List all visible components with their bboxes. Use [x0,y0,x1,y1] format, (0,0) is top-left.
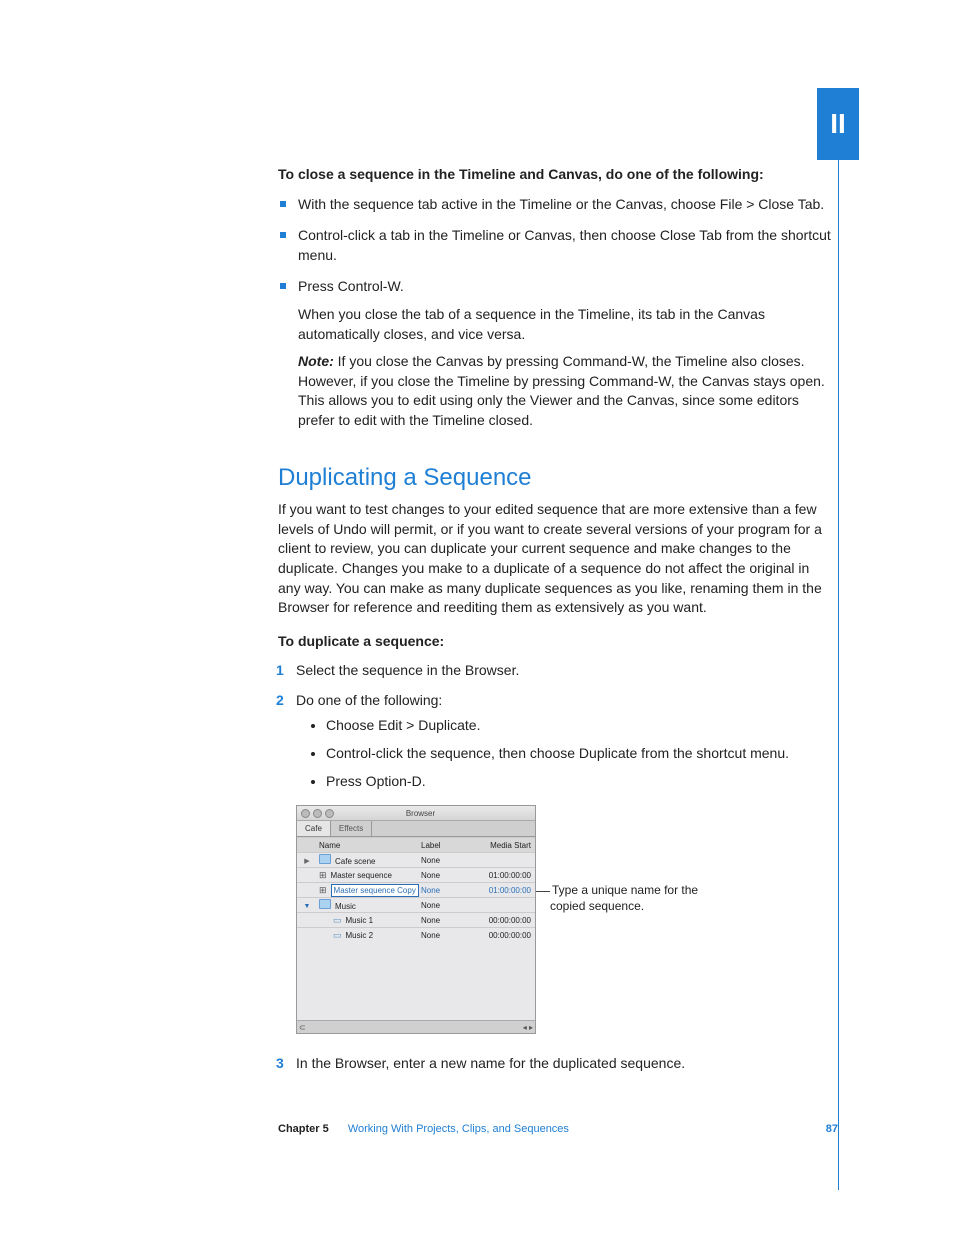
row-media: 01:00:00:00 [469,885,535,896]
col-label[interactable]: Label [421,840,469,851]
table-row[interactable]: Music 1 None00:00:00:00 [297,912,535,927]
row-label: None [421,930,469,941]
figure-callout: Type a unique name for the copied sequen… [550,883,700,914]
note-label: Note: [298,353,334,369]
traffic-light-icon [301,809,310,818]
row-name: Music 1 [346,916,374,925]
row-label: None [421,885,469,896]
close-bullets: With the sequence tab active in the Time… [278,195,834,431]
step-3: In the Browser, enter a new name for the… [296,1055,685,1071]
browser-scrollbar[interactable]: ⊂◂ ▸ [297,1020,535,1033]
dup-steps-heading: To duplicate a sequence: [278,632,834,652]
step-1: Select the sequence in the Browser. [296,662,519,678]
table-row[interactable]: Music 2 None00:00:00:00 [297,927,535,942]
step-2-opt-2: Control-click the sequence, then choose … [326,744,834,764]
row-media: 00:00:00:00 [469,930,535,941]
table-row[interactable]: Cafe scene None [297,852,535,867]
duplicating-heading: Duplicating a Sequence [278,461,834,495]
close-para-1: When you close the tab of a sequence in … [298,305,834,344]
steps-list: Select the sequence in the Browser. Do o… [278,661,834,1074]
browser-header-row: Name Label Media Start [297,837,535,852]
footer-title: Working With Projects, Clips, and Sequen… [348,1123,569,1135]
tab-effects[interactable]: Effects [331,821,372,836]
figure: Browser Cafe Effects Name Label [296,805,834,1034]
step-2-opt-3: Press Option-D. [326,772,834,792]
row-media: 00:00:00:00 [469,915,535,926]
duplicating-para: If you want to test changes to your edit… [278,500,834,618]
clip-icon [333,931,342,940]
section-divider [838,160,839,1190]
row-media: 01:00:00:00 [469,870,535,881]
row-name: Master sequence Copy [331,884,419,897]
close-bullet-1: With the sequence tab active in the Time… [298,196,824,212]
folder-icon [319,857,331,866]
browser-window: Browser Cafe Effects Name Label [296,805,536,1034]
page-footer: Chapter 5 Working With Projects, Clips, … [278,1123,838,1135]
disclosure-down-icon[interactable] [304,900,311,912]
browser-tabs: Cafe Effects [297,821,535,837]
tab-cafe[interactable]: Cafe [297,821,331,836]
folder-icon [319,902,331,911]
table-row[interactable]: Master sequence None01:00:00:00 [297,867,535,882]
note-text: If you close the Canvas by pressing Comm… [298,353,825,428]
page: II To close a sequence in the Timeline a… [0,0,954,1235]
browser-title: Browser [406,808,435,819]
browser-list: Cafe sceneNoneMaster sequenceNone01:00:0… [297,852,535,1020]
row-name: Music 2 [346,931,374,940]
close-bullet-2: Control-click a tab in the Timeline or C… [298,227,831,263]
table-row[interactable]: Music None [297,897,535,912]
step-2-opt-1: Choose Edit > Duplicate. [326,716,834,736]
row-label: None [421,900,469,911]
row-name: Master sequence [331,871,392,880]
row-name: Music [335,902,356,911]
col-media[interactable]: Media Start [469,840,535,851]
close-heading: To close a sequence in the Timeline and … [278,165,834,185]
section-tab: II [817,88,859,160]
row-label: None [421,870,469,881]
col-name[interactable]: Name [317,840,421,851]
content: To close a sequence in the Timeline and … [278,165,834,1084]
traffic-light-icon [325,809,334,818]
disclosure-right-icon[interactable] [304,855,309,867]
clip-icon [333,916,342,925]
step-2-lead: Do one of the following: [296,692,442,708]
table-row[interactable]: Master sequence CopyNone01:00:00:00 [297,882,535,897]
footer-page: 87 [826,1123,838,1135]
footer-chapter: Chapter 5 [278,1123,329,1135]
close-bullet-3: Press Control-W. [298,278,404,294]
row-label: None [421,915,469,926]
traffic-light-icon [313,809,322,818]
seq-icon [319,871,327,880]
seq-icon [319,886,327,895]
browser-titlebar: Browser [297,806,535,821]
row-label: None [421,855,469,866]
step-2-options: Choose Edit > Duplicate. Control-click t… [296,716,834,791]
row-name: Cafe scene [335,857,375,866]
